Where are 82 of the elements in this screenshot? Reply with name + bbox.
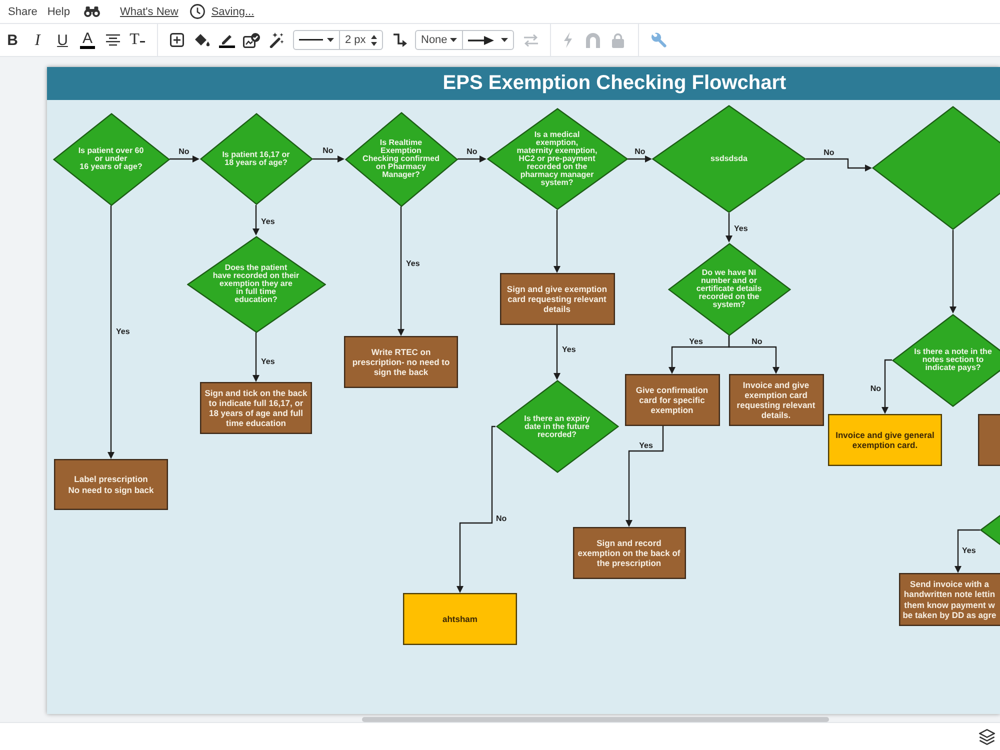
branch-label: No xyxy=(466,147,478,156)
save-status-link[interactable]: Saving... xyxy=(211,6,254,18)
paint-bucket-icon[interactable] xyxy=(194,33,210,47)
arrow-icon xyxy=(468,36,494,44)
branch-label: Yes xyxy=(734,224,748,233)
decision-diamond: Is Realtime Exemption Checking confirmed on Pharmacy Manager? xyxy=(344,112,458,206)
process-box: Send invoice with a handwritten note lettin them know payment w be taken by DD as agre xyxy=(899,573,1000,626)
flowchart-title: EPS Exemption Checking Flowchart xyxy=(442,72,786,95)
connector-arrow xyxy=(554,210,560,273)
menu-item[interactable]: Help xyxy=(47,6,70,18)
branch-label: No xyxy=(496,514,507,523)
scrollbar-thumb[interactable] xyxy=(362,717,829,722)
bold-button[interactable]: B xyxy=(7,32,18,48)
connector-arrow xyxy=(252,332,260,382)
branch-label: Yes xyxy=(406,259,420,268)
branch-label: No xyxy=(870,384,881,393)
decision-diamond: Do we have NI number and or certificate details recorded on the system? xyxy=(668,242,790,336)
spinner-arrows-icon xyxy=(371,34,377,46)
branch-label: Yes xyxy=(639,441,653,450)
process-box: Sign and give exemption card requesting relevant details xyxy=(500,273,614,325)
connector-arrow xyxy=(170,156,200,162)
menu-item[interactable]: Share xyxy=(8,6,38,18)
decision-diamond: Is there a note in the notes section to indicate pays? xyxy=(892,314,1000,406)
align-center-icon[interactable] xyxy=(106,34,120,46)
decision-diamond: Is patient 16,17 or 18 years of age? xyxy=(200,113,312,205)
plus-square-icon[interactable] xyxy=(170,33,184,47)
line-icon xyxy=(299,39,323,41)
branch-label: Yes xyxy=(962,546,976,555)
italic-button[interactable]: I xyxy=(34,32,40,48)
decision-diamond: Is patient over 60 or under 16 years of age? xyxy=(52,112,170,206)
branch-label: No xyxy=(752,337,762,346)
process-box: Write RTEC on prescription- no need to sign the back xyxy=(344,336,458,388)
line-end-dropdown[interactable] xyxy=(463,30,514,50)
magic-wand-icon[interactable] xyxy=(268,32,284,48)
process-box: Sign and record exemption on the back of the prescription xyxy=(572,527,686,579)
underline-button[interactable]: U xyxy=(57,32,68,48)
line-style-dropdown[interactable] xyxy=(293,30,340,50)
binoculars-icon[interactable] xyxy=(84,6,100,17)
whats-new-link[interactable]: What's New xyxy=(120,6,178,18)
connector-arrow xyxy=(554,325,560,380)
process-box: Sign and tick on the back to indicate full 16,17, or 18 years of age and full time education xyxy=(200,382,312,434)
connector-arrow xyxy=(252,205,260,236)
process-box: Label prescription No need to sign back xyxy=(54,459,168,510)
clock-icon xyxy=(190,4,206,19)
connector-arrow xyxy=(628,156,652,162)
branch-label: No xyxy=(634,147,646,156)
process-box: Invoice and give exemption card requesting relevant details. xyxy=(728,374,824,426)
branch-label: No xyxy=(322,146,334,155)
decision-diamond: Does the patient have recorded on their exemption they are in full time education? xyxy=(186,236,326,332)
decision-diamond: Is a medical exemption, maternity exemption, HC2 or pre-payment recorded on the pharmacy manager system? xyxy=(486,108,628,210)
layers-icon[interactable] xyxy=(979,728,995,744)
line-width-field[interactable]: 2 px xyxy=(340,30,383,50)
pencil-icon[interactable] xyxy=(218,32,234,48)
branch-label: No xyxy=(824,148,834,157)
process-box: Give confirmation card for specific exemption xyxy=(624,374,720,426)
elbow-arrow-icon[interactable] xyxy=(392,33,406,47)
connector-arrow xyxy=(458,156,486,162)
decision-diamond: ssdsdsda xyxy=(652,105,806,213)
dash-icon xyxy=(140,41,146,43)
line-start-dropdown[interactable]: None xyxy=(415,30,463,50)
branch-label: Yes xyxy=(689,337,703,346)
connector-arrow xyxy=(954,529,980,573)
process-box xyxy=(978,414,1000,466)
highlight-box: ahtsham xyxy=(403,593,517,645)
branch-label: No xyxy=(178,147,190,156)
connector-arrow xyxy=(806,158,872,172)
connector-arrow xyxy=(882,359,892,414)
branch-label: Yes xyxy=(261,217,275,226)
branch-label: Yes xyxy=(562,345,576,354)
decision-diamond: Is there an expiry date in the future recorded? xyxy=(496,380,618,473)
caret-icon xyxy=(501,38,508,42)
caret-icon xyxy=(450,38,457,42)
branch-label: Yes xyxy=(261,357,275,366)
text-size-button[interactable]: T xyxy=(130,32,146,48)
font-color-button[interactable]: A xyxy=(80,32,94,48)
highlight-box: Invoice and give general exemption card. xyxy=(828,414,942,466)
branch-label: Yes xyxy=(116,327,130,336)
connector-arrow xyxy=(728,336,780,374)
caret-icon xyxy=(327,38,334,42)
connector-arrow xyxy=(312,156,344,162)
connector-arrow xyxy=(726,213,732,242)
image-check-icon[interactable] xyxy=(243,32,260,48)
